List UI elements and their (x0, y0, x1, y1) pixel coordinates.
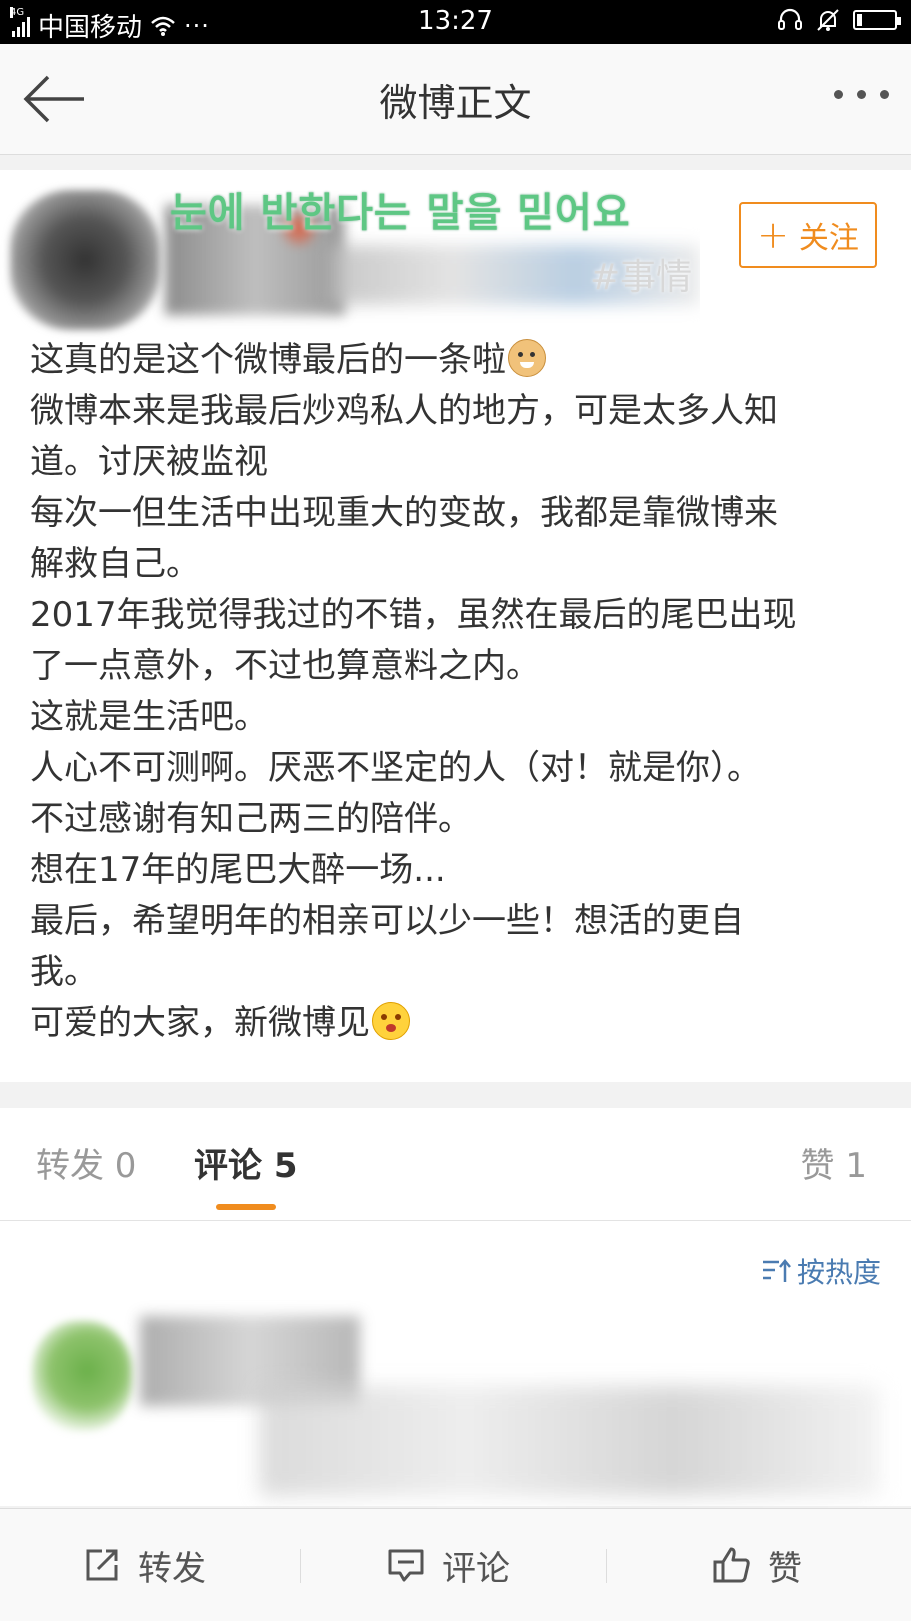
post-line: 不过感谢有知己两三的陪伴。 (30, 799, 472, 839)
repost-label: 转发 (138, 1548, 206, 1589)
post-text: 这真的是这个微博最后的一条啦 微博本来是我最后炒鸡私人的地方，可是太多人知 道。… (30, 335, 890, 1049)
comment-label: 评论 (442, 1548, 510, 1589)
comment-text-blurred (260, 1386, 880, 1496)
post-line: 可爱的大家，新微博见 (30, 998, 890, 1049)
status-right (777, 8, 901, 32)
bell-off-icon (817, 9, 839, 31)
divider (606, 1549, 607, 1583)
battery-level (857, 14, 862, 26)
author-header: 눈에 반한다는 말을 믿어요 #事情 (0, 170, 700, 340)
thumbs-up-icon (713, 1547, 750, 1583)
active-tab-indicator (216, 1204, 276, 1210)
post-line: 解救自己。 (30, 544, 200, 584)
like-label: 赞 (768, 1548, 802, 1589)
follow-label: 关注 (798, 221, 859, 256)
divider (300, 1549, 301, 1583)
post-line: 我。 (30, 952, 98, 992)
post-line: 道。讨厌被监视 (30, 442, 268, 482)
post-line: 了一点意外，不过也算意料之内。 (30, 646, 540, 686)
post-line: 微博本来是我最后炒鸡私人的地方，可是太多人知 (30, 391, 778, 431)
status-bar: 4G 中国移动 ··· 13:27 (0, 0, 911, 44)
plus-icon: + (757, 213, 789, 257)
post-line: 这真的是这个微博最后的一条啦 (30, 335, 890, 386)
comment-icon (388, 1549, 424, 1582)
comment-avatar[interactable] (32, 1321, 132, 1431)
page-title: 微博正文 (379, 81, 532, 125)
sort-label: 按热度 (796, 1256, 881, 1289)
post-line: 想在17年的尾巴大醉一场... (30, 850, 446, 890)
post-line: 每次一但生活中出现重大的变故，我都是靠微博来 (30, 493, 778, 533)
like-button[interactable]: 赞 (712, 1509, 802, 1621)
headset-icon (778, 8, 802, 30)
post-card: 눈에 반한다는 말을 믿어요 #事情 + 关注 这真的是这个微博最后的一条啦 微… (0, 170, 911, 1082)
follow-button[interactable]: + 关注 (739, 202, 877, 268)
comment-list: 按热度 (0, 1221, 911, 1506)
nav-bar: 微博正文 (0, 44, 911, 155)
tab-repost[interactable]: 转发 0 (36, 1138, 136, 1187)
tab-comments[interactable]: 评论 5 (194, 1138, 298, 1187)
tab-likes[interactable]: 赞 1 (801, 1138, 867, 1187)
post-line-text: 可爱的大家，新微博见 (30, 1003, 370, 1043)
header-overlay-text: 눈에 반한다는 말을 믿어요 (170, 190, 631, 236)
doge-emoji-icon (508, 339, 546, 377)
post-line: 最后，希望明年的相亲可以少一些！想活的更自 (30, 901, 744, 941)
avatar[interactable] (10, 190, 160, 330)
post-line-text: 这真的是这个微博最后的一条啦 (30, 340, 506, 380)
sort-icon (762, 1259, 791, 1282)
more-dots-icon[interactable] (834, 90, 889, 99)
comment-button[interactable]: 评论 (386, 1509, 510, 1621)
bottom-action-bar: 转发 评论 赞 (0, 1508, 911, 1621)
hug-emoji-icon (372, 1002, 410, 1040)
sort-toggle[interactable]: 按热度 (761, 1251, 881, 1291)
repost-icon (86, 1549, 118, 1581)
repost-button[interactable]: 转发 (82, 1509, 206, 1621)
status-time: 13:27 (418, 6, 493, 36)
post-line: 人心不可测啊。厌恶不坚定的人（对！就是你）。 (30, 748, 761, 788)
post-line: 这就是生活吧。 (30, 697, 268, 737)
battery-icon (853, 10, 901, 30)
header-tag-text: #事情 (590, 257, 693, 298)
interaction-tabs: 转发 0 评论 5 赞 1 (0, 1108, 911, 1221)
post-line: 2017年我觉得我过的不错，虽然在最后的尾巴出现 (30, 595, 797, 635)
